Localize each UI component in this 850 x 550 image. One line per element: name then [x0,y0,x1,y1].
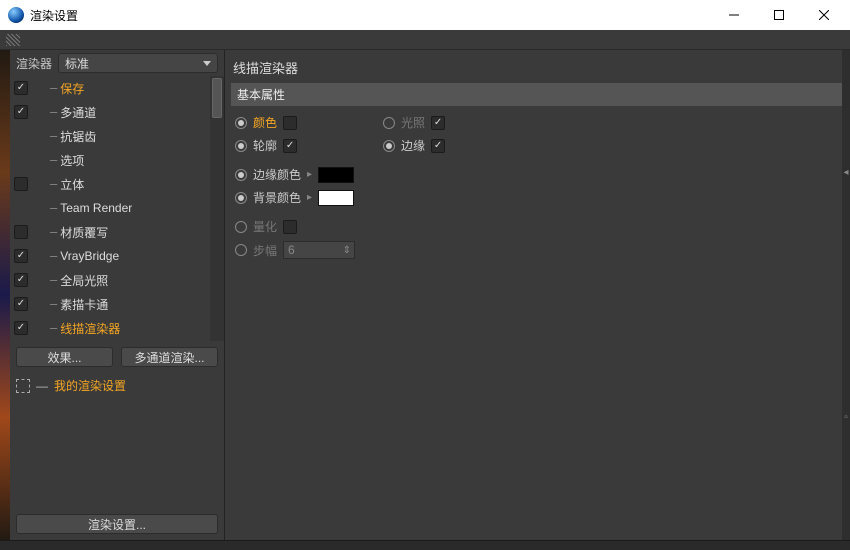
main-panel: 线描渲染器 基本属性 颜色 光照 轮廓 [225,50,850,540]
label-edge-color: 边缘颜色 [253,166,301,183]
renderer-label: 渲染器 [16,55,52,72]
preset-icon [16,379,30,393]
list-item-checkbox[interactable] [14,225,28,239]
radio-quantize[interactable] [235,221,247,233]
list-item[interactable]: —选项 [10,148,210,172]
radio-bg-color[interactable] [235,192,247,204]
label-quantize: 量化 [253,218,277,235]
maximize-button[interactable] [756,0,801,30]
effects-button[interactable]: 效果... [16,347,113,367]
multipass-render-button[interactable]: 多通道渲染... [121,347,218,367]
list-item-label: VrayBridge [60,249,119,263]
list-item[interactable]: —材质覆写 [10,220,210,244]
scrollbar-thumb[interactable] [212,78,222,118]
section-header: 基本属性 [231,83,842,106]
list-item-label: 抗锯齿 [60,128,96,145]
list-item-checkbox[interactable] [14,81,28,95]
renderer-value: 标准 [65,55,89,72]
check-edges[interactable] [431,139,445,153]
right-strip: ◂ ▫ [842,50,850,540]
scrollbar[interactable] [210,76,224,341]
list-item-checkbox[interactable] [14,273,28,287]
list-item[interactable]: —素描卡通 [10,292,210,316]
list-item-checkbox[interactable] [14,297,28,311]
list-item[interactable]: —抗锯齿 [10,124,210,148]
dock-icon[interactable]: ▫ [844,412,848,423]
list-item-label: 全局光照 [60,272,108,289]
list-item-checkbox[interactable] [14,249,28,263]
check-illumination[interactable] [431,116,445,130]
list-item[interactable]: —Team Render [10,196,210,220]
label-bg-color: 背景颜色 [253,189,301,206]
list-item-checkbox[interactable] [14,105,28,119]
dock-icon[interactable]: ◂ [843,167,848,178]
list-item-label: 立体 [60,176,84,193]
list-item-label: 线描渲染器 [60,320,120,337]
radio-illumination[interactable] [383,117,395,129]
list-item-checkbox[interactable] [14,321,28,335]
arrow-icon[interactable]: ▸ [307,169,312,180]
list-item-label: Team Render [60,201,132,215]
main-title: 线描渲染器 [231,54,842,83]
radio-edges[interactable] [383,140,395,152]
render-settings-button[interactable]: 渲染设置... [16,514,218,534]
label-illumination: 光照 [401,114,425,131]
toolbar [0,30,850,50]
check-quantize[interactable] [283,220,297,234]
effects-list: —保存—多通道—抗锯齿—选项—立体—Team Render—材质覆写—VrayB… [10,76,224,341]
check-color[interactable] [283,116,297,130]
window-title: 渲染设置 [30,7,711,24]
minimize-button[interactable] [711,0,756,30]
renderer-dropdown[interactable]: 标准 [58,53,218,73]
titlebar: 渲染设置 [0,0,850,30]
list-item[interactable]: —线描渲染器 [10,316,210,340]
preset-label: 我的渲染设置 [54,377,126,394]
step-input[interactable]: 6 [283,241,355,259]
app-icon [8,7,24,23]
check-outline[interactable] [283,139,297,153]
sidebar: 渲染器 标准 —保存—多通道—抗锯齿—选项—立体—Team Render—材质覆… [10,50,225,540]
list-item-label: 素描卡通 [60,296,108,313]
list-item[interactable]: —全局光照 [10,268,210,292]
edge-color-swatch[interactable] [318,167,354,183]
viewport-strip [0,50,10,540]
grip-icon[interactable] [6,34,20,46]
list-item[interactable]: —VrayBridge [10,244,210,268]
list-item[interactable]: —立体 [10,172,210,196]
label-outline: 轮廓 [253,137,277,154]
radio-color[interactable] [235,117,247,129]
close-button[interactable] [801,0,846,30]
list-item-label: 选项 [60,152,84,169]
label-step: 步幅 [253,242,277,259]
bg-color-swatch[interactable] [318,190,354,206]
label-edges: 边缘 [401,137,425,154]
list-item-checkbox[interactable] [14,177,28,191]
preset-row[interactable]: — 我的渲染设置 [10,373,224,398]
radio-edge-color[interactable] [235,169,247,181]
label-color: 颜色 [253,114,277,131]
list-item[interactable]: —多通道 [10,100,210,124]
list-item-label: 保存 [60,80,84,97]
list-item[interactable]: —保存 [10,76,210,100]
radio-step [235,244,247,256]
radio-outline[interactable] [235,140,247,152]
list-item-label: 材质覆写 [60,224,108,241]
arrow-icon[interactable]: ▸ [307,192,312,203]
status-bar [0,540,850,550]
list-item-label: 多通道 [60,104,96,121]
